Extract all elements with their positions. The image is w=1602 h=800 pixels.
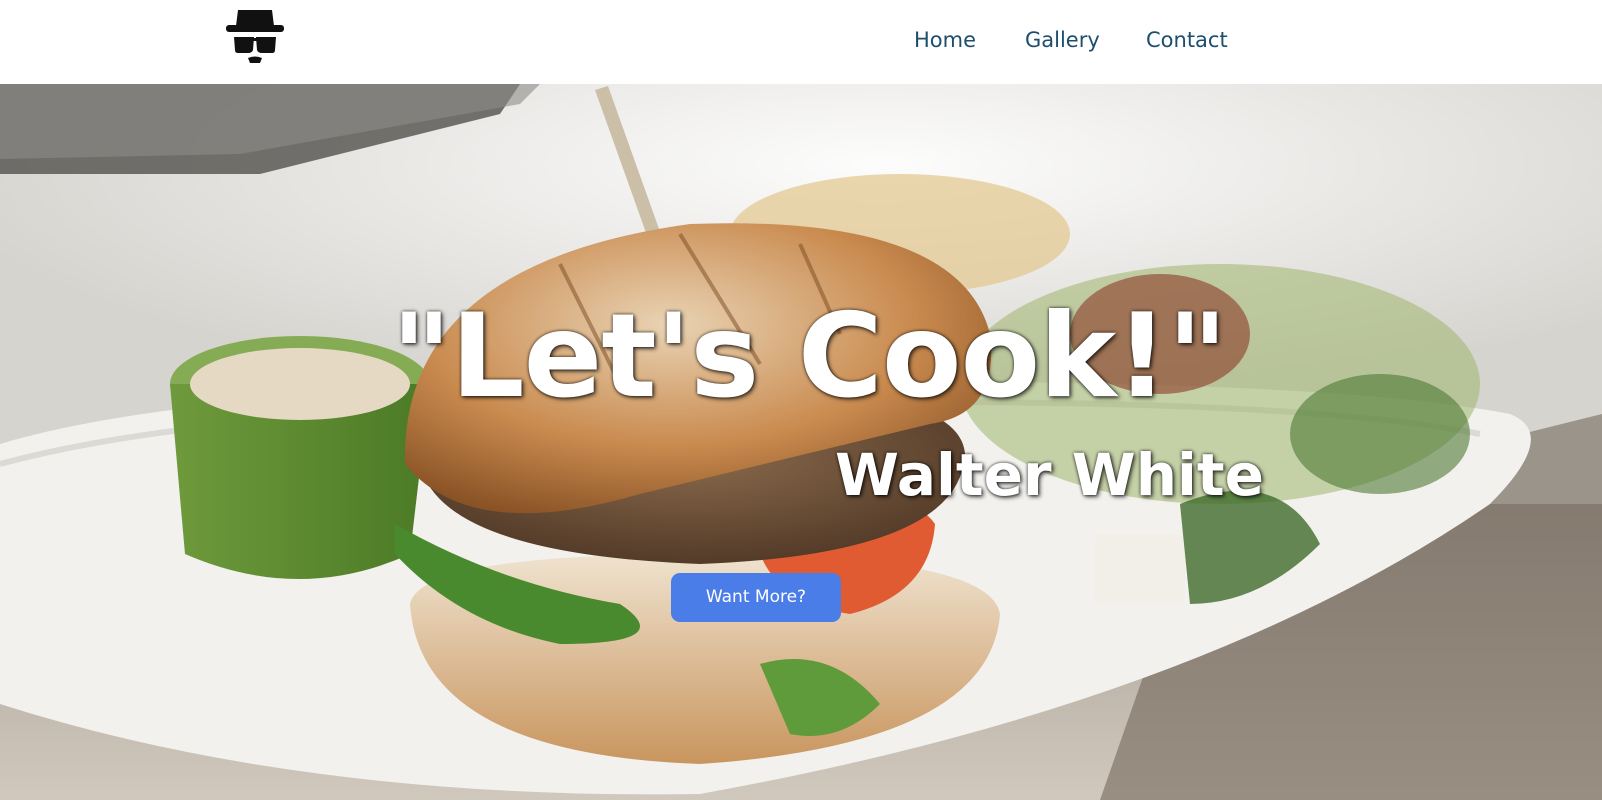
nav-gallery-link[interactable]: Gallery	[1025, 26, 1100, 54]
hero-title: "Let's Cook!"	[391, 289, 1227, 424]
hero-subtitle: Walter White	[835, 441, 1264, 509]
hero-background-image	[0, 84, 1602, 800]
site-header: Home Gallery Contact	[0, 0, 1602, 84]
nav-home-link[interactable]: Home	[914, 26, 976, 54]
main-nav: Home Gallery Contact	[0, 26, 1602, 56]
nav-contact-link[interactable]: Contact	[1146, 26, 1228, 54]
hero-section: "Let's Cook!" Walter White Want More?	[0, 84, 1602, 800]
want-more-button[interactable]: Want More?	[671, 573, 841, 622]
